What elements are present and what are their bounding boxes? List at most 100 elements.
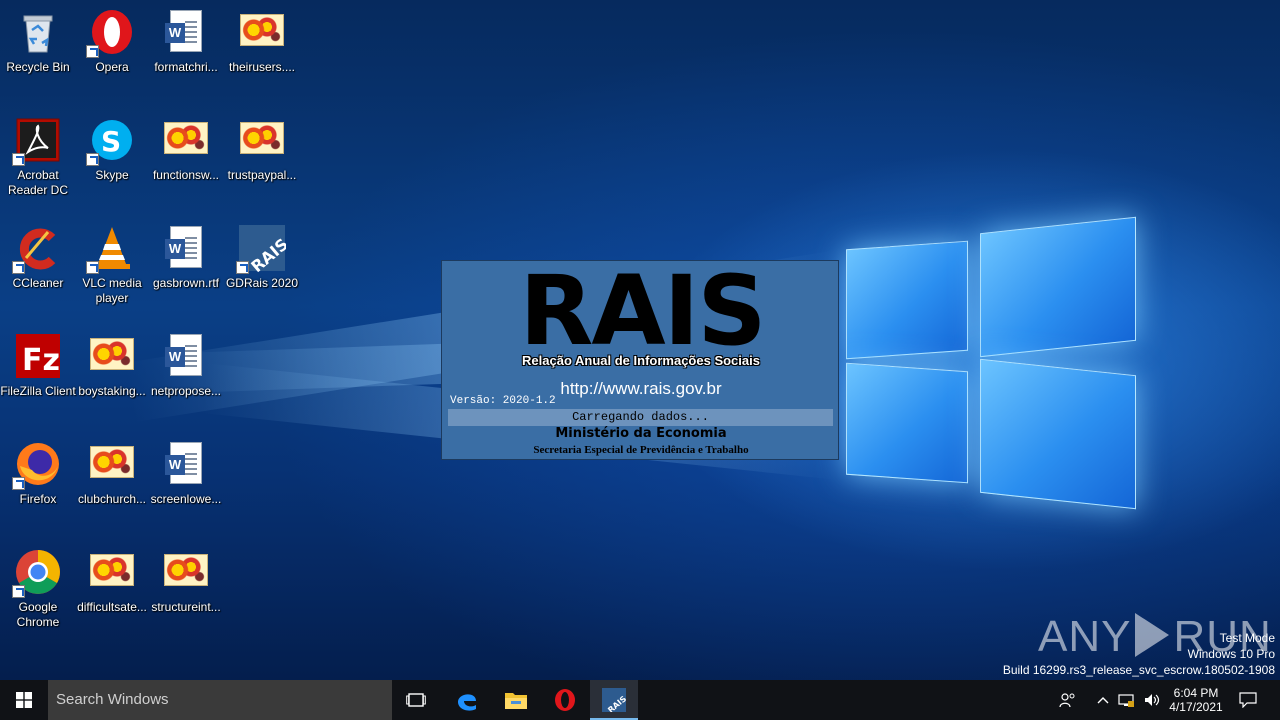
splash-secretariat: Secretaria Especial de Previdência e Tra…	[533, 444, 749, 456]
svg-text:Fz: Fz	[22, 343, 60, 378]
desktop-icon-label: Acrobat Reader DC	[7, 168, 69, 197]
desktop: Recycle Bin Acrobat Reader DC CCleaner F…	[0, 0, 1280, 680]
desktop-icon-chrome[interactable]: Google Chrome	[0, 544, 76, 644]
desktop-icon-screenlowe[interactable]: W screenlowe...	[148, 436, 224, 536]
desktop-icon-opera[interactable]: Opera	[74, 4, 150, 104]
desktop-icon-formatchri[interactable]: W formatchri...	[148, 4, 224, 104]
desktop-icon-label: theirusers....	[228, 60, 296, 74]
network-icon	[1118, 694, 1134, 707]
filezilla-icon: Fz	[14, 332, 62, 380]
desktop-icon-vlc[interactable]: VLC media player	[74, 220, 150, 320]
desktop-icon-label: gasbrown.rtf	[152, 276, 220, 290]
taskbar-gdrais[interactable]: RAIS	[590, 680, 638, 720]
shortcut-arrow-icon	[12, 477, 25, 490]
shortcut-arrow-icon	[86, 45, 99, 58]
image-file-icon	[88, 332, 136, 380]
gdrais-icon: RAIS	[602, 688, 626, 712]
word-document-icon: W	[162, 440, 210, 488]
network-button[interactable]	[1114, 680, 1138, 720]
image-file-icon	[88, 548, 136, 596]
taskbar: Search Windows RAIS 6:04 PM 4/17/2021	[0, 680, 1280, 720]
desktop-icon-label: Firefox	[19, 492, 57, 506]
desktop-icon-label: clubchurch...	[77, 492, 147, 506]
desktop-icon-label: structureint...	[151, 600, 221, 614]
shortcut-arrow-icon	[236, 261, 249, 274]
desktop-icon-label: screenlowe...	[150, 492, 222, 506]
start-button[interactable]	[0, 680, 48, 720]
shortcut-arrow-icon	[86, 261, 99, 274]
gdrais-icon: RAIS	[236, 224, 292, 276]
notification-icon	[1239, 692, 1257, 708]
taskbar-opera[interactable]	[540, 680, 590, 720]
desktop-icon-clubchurch[interactable]: clubchurch...	[74, 436, 150, 536]
firefox-icon	[12, 440, 62, 490]
acrobat-reader-icon	[12, 116, 62, 166]
desktop-icon-structureint[interactable]: structureint...	[148, 544, 224, 644]
chevron-up-icon	[1097, 697, 1109, 704]
clock[interactable]: 6:04 PM 4/17/2021	[1164, 680, 1228, 720]
opera-icon	[555, 689, 575, 711]
desktop-icon-recycle-bin[interactable]: Recycle Bin	[0, 4, 76, 104]
desktop-icon-firefox[interactable]: Firefox	[0, 436, 76, 536]
shortcut-arrow-icon	[86, 153, 99, 166]
edge-icon	[458, 694, 476, 711]
vlc-icon	[86, 224, 136, 274]
windows-logo	[840, 215, 1140, 515]
desktop-icon-gasbrown[interactable]: W gasbrown.rtf	[148, 220, 224, 320]
desktop-icon-difficultsate[interactable]: difficultsate...	[74, 544, 150, 644]
chrome-icon	[12, 548, 62, 598]
ccleaner-icon	[12, 224, 62, 274]
desktop-icon-label: functionsw...	[152, 168, 220, 182]
file-explorer-icon	[505, 693, 527, 709]
desktop-icon-trustpaypal[interactable]: trustpaypal...	[224, 112, 300, 212]
build-text: Build 16299.rs3_release_svc_escrow.18050…	[1002, 663, 1275, 677]
rais-logo: RAIS	[519, 260, 766, 367]
desktop-icon-skype[interactable]: S Skype	[74, 112, 150, 212]
image-file-icon	[238, 8, 286, 56]
system-info: Test Mode Windows 10 Pro Build 16299.rs3…	[1003, 630, 1275, 678]
svg-text:S: S	[101, 125, 121, 158]
shortcut-arrow-icon	[12, 585, 25, 598]
splash-subtitle: Relação Anual de Informações Sociais	[522, 353, 760, 368]
action-center-button[interactable]	[1232, 680, 1264, 720]
desktop-icon-acrobat[interactable]: Acrobat Reader DC	[0, 112, 76, 212]
desktop-icon-gdrais[interactable]: RAIS GDRais 2020	[224, 220, 300, 320]
shortcut-arrow-icon	[12, 153, 25, 166]
image-file-icon	[162, 548, 210, 596]
desktop-icon-netpropose[interactable]: W netpropose...	[148, 328, 224, 428]
recycle-bin-icon	[14, 8, 62, 56]
search-input[interactable]: Search Windows	[48, 680, 392, 720]
splash-ministry: Ministério da Economia	[555, 426, 727, 441]
word-document-icon: W	[162, 8, 210, 56]
task-view-icon	[406, 693, 426, 707]
splash-version: Versão: 2020-1.2	[450, 395, 556, 407]
edition-text: Windows 10 Pro	[1187, 647, 1275, 661]
desktop-icon-functionsw[interactable]: functionsw...	[148, 112, 224, 212]
desktop-icon-label: netpropose...	[150, 384, 222, 398]
show-hidden-icons-button[interactable]	[1092, 680, 1114, 720]
desktop-icon-label: Skype	[95, 168, 129, 182]
desktop-icon-ccleaner[interactable]: CCleaner	[0, 220, 76, 320]
taskbar-edge[interactable]	[442, 680, 492, 720]
desktop-icon-theirusers[interactable]: theirusers....	[224, 4, 300, 104]
desktop-icon-boystaking[interactable]: boystaking...	[74, 328, 150, 428]
image-file-icon	[238, 116, 286, 164]
skype-icon: S	[86, 116, 136, 166]
desktop-icon-label: CCleaner	[12, 276, 64, 290]
desktop-icon-label: difficultsate...	[77, 600, 147, 614]
desktop-icon-label: GDRais 2020	[225, 276, 299, 290]
clock-time: 6:04 PM	[1173, 686, 1219, 700]
word-document-icon: W	[162, 224, 210, 272]
volume-icon	[1145, 694, 1160, 706]
volume-button[interactable]	[1140, 680, 1164, 720]
opera-icon	[86, 8, 136, 58]
taskbar-file-explorer[interactable]	[492, 680, 540, 720]
desktop-icon-label: Opera	[95, 60, 129, 74]
shortcut-arrow-icon	[12, 261, 25, 274]
image-file-icon	[162, 116, 210, 164]
task-view-button[interactable]	[392, 680, 440, 720]
loading-status: Carregando dados...	[448, 409, 833, 426]
people-button[interactable]	[1054, 680, 1082, 720]
desktop-icon-filezilla[interactable]: Fz FileZilla Client	[0, 328, 76, 428]
desktop-icon-label: Google Chrome	[16, 600, 60, 629]
